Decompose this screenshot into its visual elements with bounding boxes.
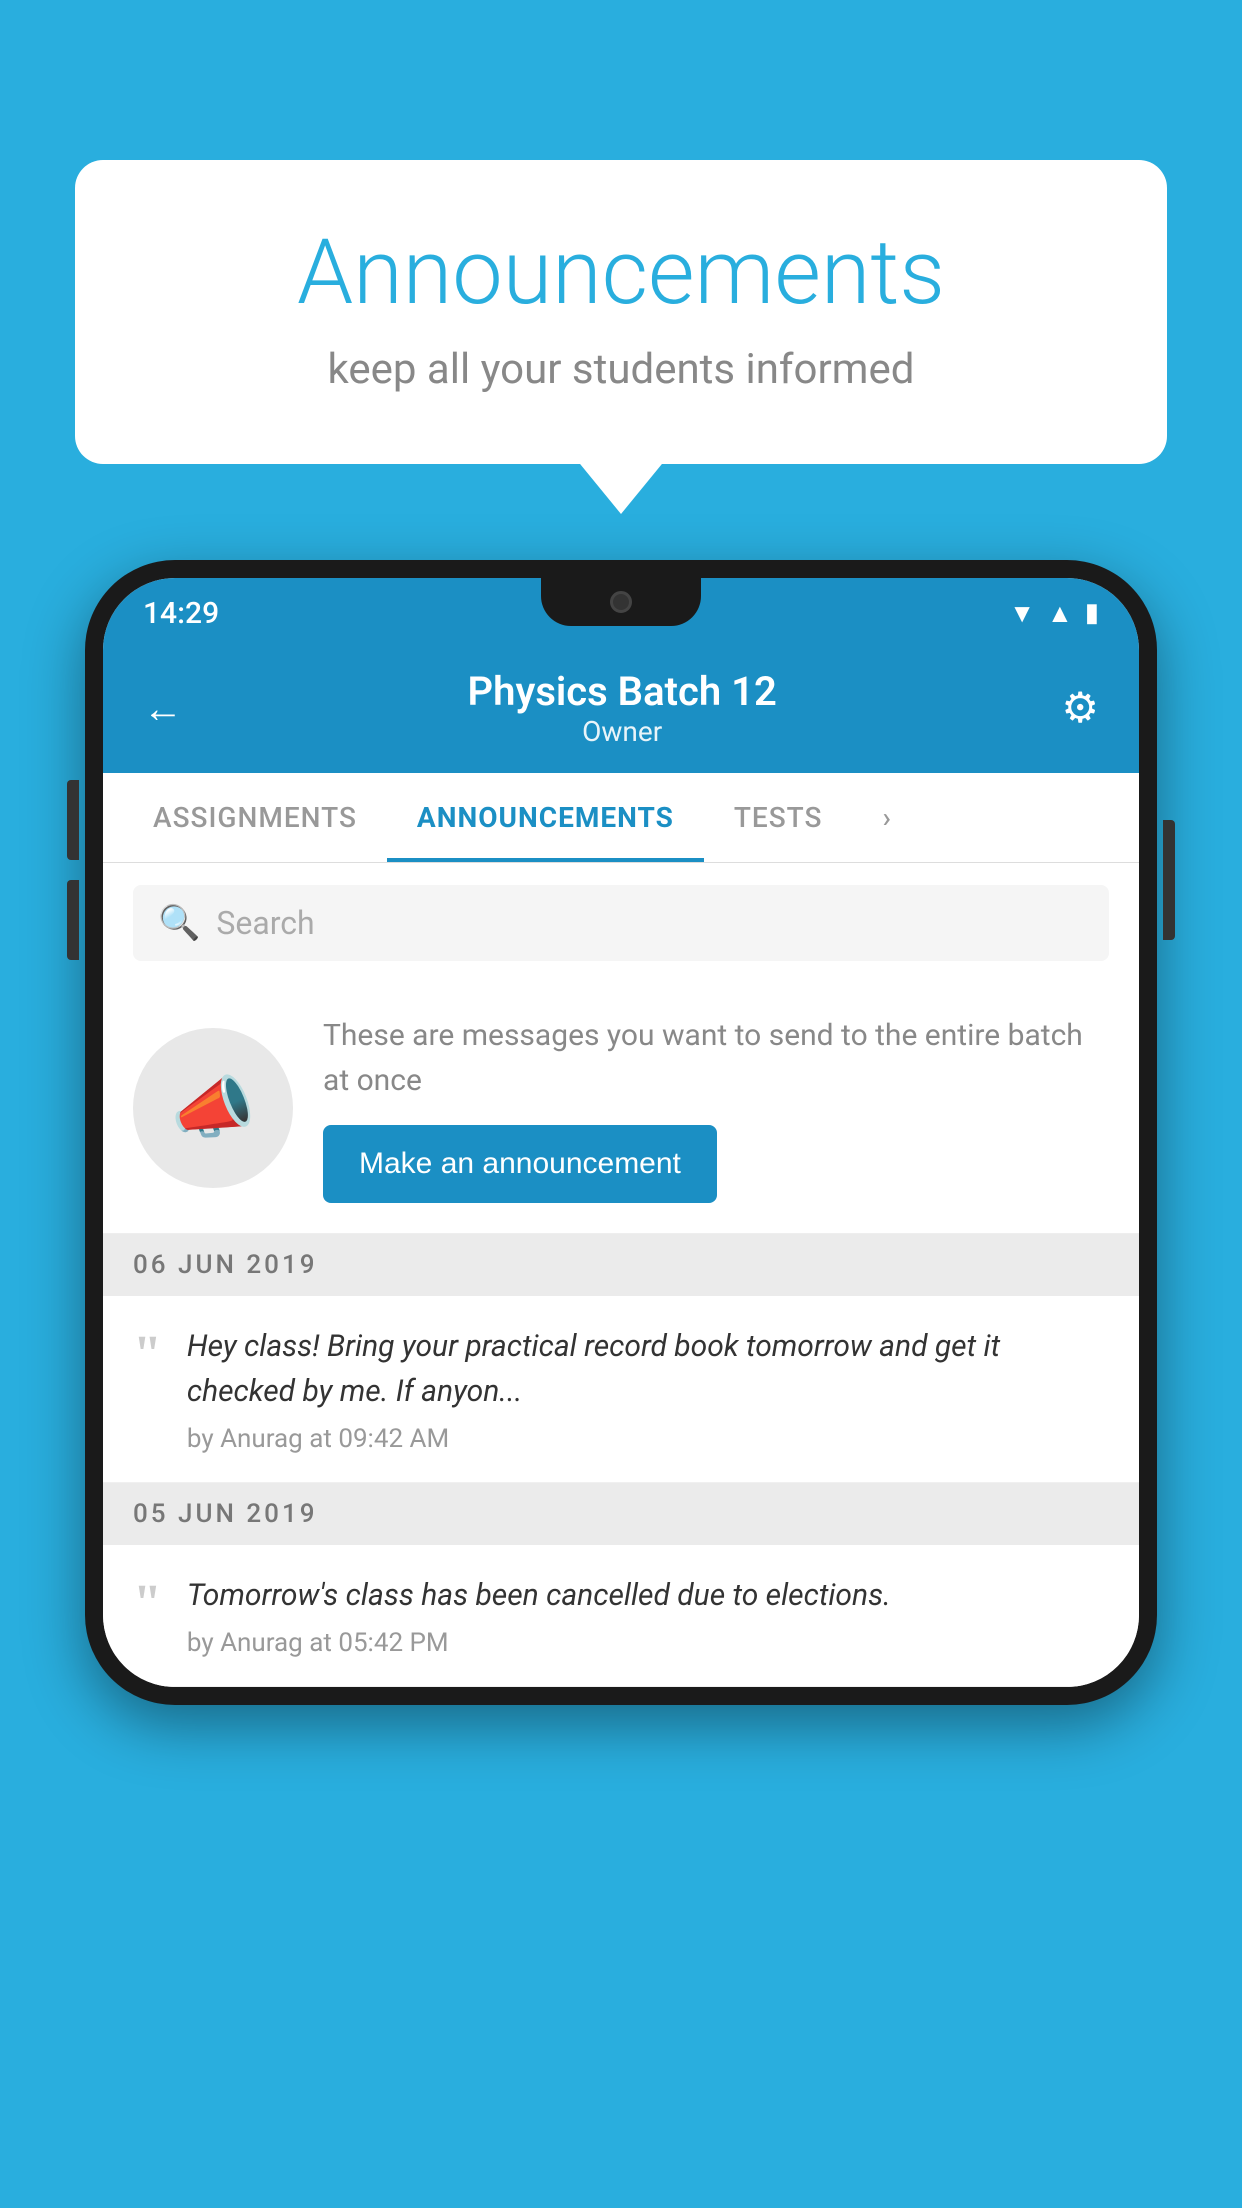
message-text-2: Tomorrow's class has been cancelled due …: [187, 1573, 1109, 1618]
search-section: 🔍 Search: [103, 863, 1139, 983]
megaphone-circle: 📣: [133, 1028, 293, 1188]
message-content-2: Tomorrow's class has been cancelled due …: [187, 1573, 1109, 1658]
announcement-cta-content: These are messages you want to send to t…: [323, 1013, 1109, 1203]
speech-bubble-card: Announcements keep all your students inf…: [75, 160, 1167, 464]
app-header: ← Physics Batch 12 Owner ⚙: [103, 648, 1139, 773]
signal-icon: ▲: [1047, 598, 1073, 629]
wifi-icon: ▼: [1009, 598, 1035, 629]
tab-assignments[interactable]: ASSIGNMENTS: [123, 773, 387, 862]
tab-tests[interactable]: TESTS: [704, 773, 853, 862]
tabs-bar: ASSIGNMENTS ANNOUNCEMENTS TESTS ›: [103, 773, 1139, 863]
message-meta-1: by Anurag at 09:42 AM: [187, 1424, 1109, 1454]
message-text-1: Hey class! Bring your practical record b…: [187, 1324, 1109, 1414]
speech-bubble-section: Announcements keep all your students inf…: [75, 160, 1167, 464]
volume-up-button: [67, 780, 79, 860]
announcement-description: These are messages you want to send to t…: [323, 1013, 1109, 1103]
announcement-cta-card: 📣 These are messages you want to send to…: [103, 983, 1139, 1234]
message-item-1[interactable]: " Hey class! Bring your practical record…: [103, 1296, 1139, 1483]
date-divider-1: 06 JUN 2019: [103, 1234, 1139, 1296]
phone-screen: 14:29 ▼ ▲ ▮ ← Physics Batch 12 Owner ⚙: [103, 578, 1139, 1687]
quote-icon-2: ": [133, 1578, 162, 1630]
make-announcement-button[interactable]: Make an announcement: [323, 1125, 717, 1203]
megaphone-icon: 📣: [171, 1068, 256, 1148]
notch: [541, 578, 701, 626]
back-button[interactable]: ←: [143, 685, 183, 732]
quote-icon: ": [133, 1329, 162, 1381]
tab-announcements[interactable]: ANNOUNCEMENTS: [387, 773, 704, 862]
header-subtitle: Owner: [468, 715, 777, 748]
search-icon: 🔍: [158, 903, 200, 943]
status-time: 14:29: [143, 596, 219, 631]
phone-mockup: 14:29 ▼ ▲ ▮ ← Physics Batch 12 Owner ⚙: [85, 560, 1157, 1705]
power-button: [1163, 820, 1175, 940]
message-content-1: Hey class! Bring your practical record b…: [187, 1324, 1109, 1454]
message-item-2[interactable]: " Tomorrow's class has been cancelled du…: [103, 1545, 1139, 1687]
status-bar: 14:29 ▼ ▲ ▮: [103, 578, 1139, 648]
battery-icon: ▮: [1085, 598, 1099, 628]
phone-outer-shell: 14:29 ▼ ▲ ▮ ← Physics Batch 12 Owner ⚙: [85, 560, 1157, 1705]
bubble-title: Announcements: [155, 220, 1087, 325]
volume-down-button: [67, 880, 79, 960]
search-input[interactable]: Search: [216, 904, 314, 942]
tab-more[interactable]: ›: [852, 773, 921, 862]
settings-icon[interactable]: ⚙: [1061, 683, 1099, 733]
bubble-subtitle: keep all your students informed: [155, 345, 1087, 394]
date-divider-2: 05 JUN 2019: [103, 1483, 1139, 1545]
header-center: Physics Batch 12 Owner: [468, 668, 777, 748]
header-title: Physics Batch 12: [468, 668, 777, 715]
search-bar[interactable]: 🔍 Search: [133, 885, 1109, 961]
message-meta-2: by Anurag at 05:42 PM: [187, 1628, 1109, 1658]
front-camera: [610, 591, 632, 613]
status-icons: ▼ ▲ ▮: [1009, 598, 1099, 629]
